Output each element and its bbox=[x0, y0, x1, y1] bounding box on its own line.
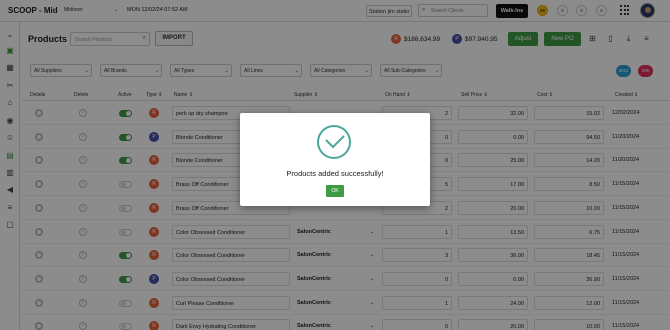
success-check-icon bbox=[317, 125, 351, 159]
success-dialog: Products added successfully! OK bbox=[240, 113, 430, 206]
dialog-message: Products added successfully! bbox=[286, 169, 384, 178]
ok-button[interactable]: OK bbox=[326, 185, 344, 197]
